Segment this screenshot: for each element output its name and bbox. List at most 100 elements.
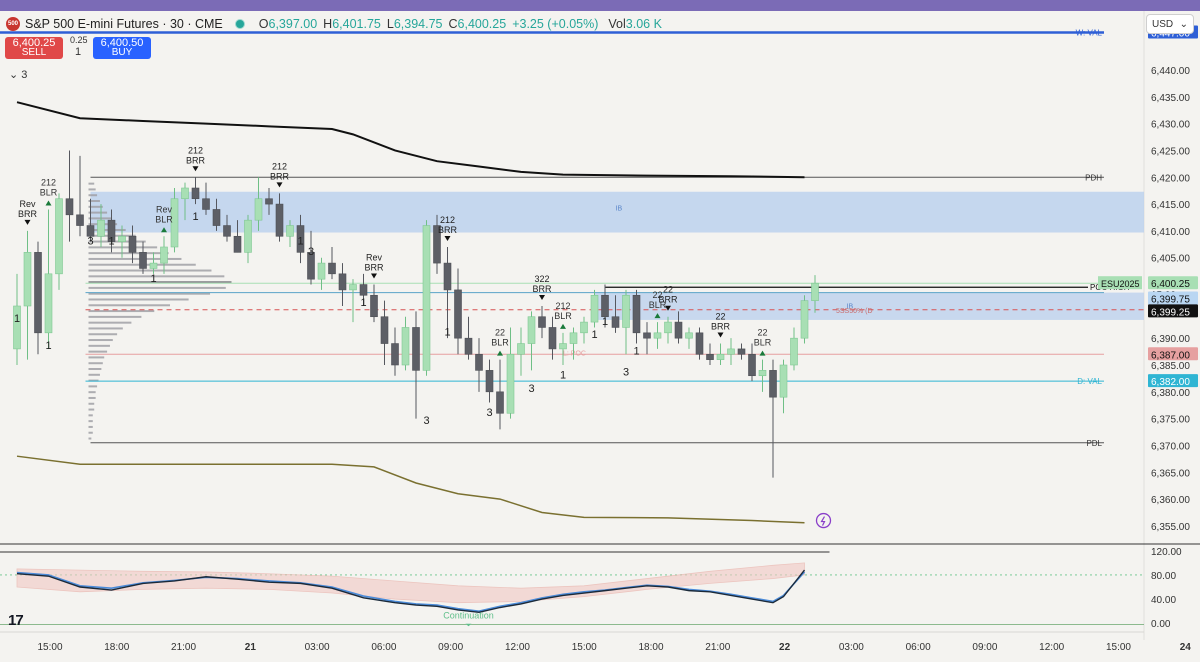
count-number: 1 <box>45 340 51 352</box>
sell-button[interactable]: 6,400.25 SELL <box>5 37 63 59</box>
candle-body <box>391 343 399 366</box>
poc2-label: L: POC <box>563 350 586 357</box>
count-number: 1 <box>591 329 597 341</box>
currency-label: USD <box>1152 18 1174 30</box>
close-value: 6,400.25 <box>457 17 507 31</box>
signal-label-top: 22 <box>663 285 673 295</box>
candle-body <box>758 370 767 377</box>
price-level-label: D: VAL <box>1077 377 1102 386</box>
volume-profile-bar <box>88 368 102 371</box>
price-tick-label: 6,365.00 <box>1151 468 1190 479</box>
chart-area[interactable]: IBIBW: VALPDHPDLD: VAL5SS50% (DL: POCPOC… <box>0 11 1200 657</box>
signal-label-bottom: BRR <box>711 322 731 332</box>
signal-label-top: 212 <box>188 145 203 155</box>
candle-body <box>454 289 462 339</box>
candle-body <box>328 262 336 275</box>
price-tick-label: 6,370.00 <box>1151 441 1190 452</box>
candle-body <box>44 273 53 334</box>
volume-profile-bar <box>88 339 113 342</box>
volume-profile-bar <box>88 211 108 214</box>
volume-profile-bar <box>88 188 96 191</box>
buy-button[interactable]: 6,400.50 BUY <box>93 37 151 59</box>
volume-profile-bar <box>88 217 112 220</box>
price-tick-label: 6,430.00 <box>1151 120 1190 131</box>
volume-profile-bar <box>88 269 212 272</box>
spread-value: 0.25 <box>70 35 88 45</box>
candle-body <box>359 284 368 296</box>
time-tick-label: 15:00 <box>37 642 62 653</box>
candle-body <box>559 343 567 350</box>
candle-body <box>496 391 504 414</box>
ib-top-badge: 6,399.75 <box>1151 294 1190 305</box>
time-tick-label: 06:00 <box>371 642 396 653</box>
count-number: 3 <box>528 383 534 395</box>
candle-body <box>97 219 105 237</box>
price-tick-label: 6,390.00 <box>1151 334 1190 345</box>
candle-body <box>611 316 620 328</box>
currency-select[interactable]: USD ⌄ <box>1146 14 1194 34</box>
candle-body <box>181 187 189 200</box>
candle-body <box>349 284 357 291</box>
volume-profile-bar <box>88 373 100 376</box>
signal-label-top: 22 <box>495 328 505 338</box>
candle-body <box>790 337 798 366</box>
sell-label: SELL <box>21 47 47 58</box>
time-tick-label: 21:00 <box>171 642 196 653</box>
candlestick-chart[interactable]: IBIBW: VALPDHPDLD: VAL5SS50% (DL: POCPOC… <box>0 11 1200 657</box>
count-number: 1 <box>297 235 303 247</box>
candle-body <box>160 246 168 264</box>
signal-label-top: Rev <box>366 253 383 263</box>
candle-body <box>569 332 578 344</box>
time-tick-label: 24 <box>1180 642 1192 653</box>
candle-body <box>506 353 515 414</box>
count-number: 1 <box>150 273 156 285</box>
daily-val-badge: 6,382.00 <box>1151 377 1190 388</box>
time-tick-label: 09:00 <box>438 642 463 653</box>
volume-profile-bar <box>88 408 95 411</box>
pd-label: 5SS50% (D <box>836 308 873 315</box>
candle-body <box>443 262 452 291</box>
signal-label-bottom: BLR <box>40 187 58 197</box>
price-tick-label: 6,380.00 <box>1151 388 1190 399</box>
volume-profile-bar <box>88 333 118 336</box>
time-tick-label: 03:00 <box>305 642 330 653</box>
candle-body <box>422 225 431 371</box>
price-level-label: PDH <box>1085 173 1102 182</box>
candle-body <box>632 294 641 334</box>
candle-body <box>695 332 704 355</box>
count-number: 3 <box>423 415 429 427</box>
signal-label-bottom: BRR <box>270 171 290 181</box>
candle-body <box>485 370 494 393</box>
candle-body <box>265 198 273 205</box>
candle-body <box>128 235 137 253</box>
candle-body <box>286 225 294 237</box>
osc-tick-label: 0.00 <box>1151 619 1171 630</box>
signal-label-bottom: BRR <box>658 295 678 305</box>
indicators-toggle[interactable]: ⌄ 3 <box>9 68 27 81</box>
volume-profile-bar <box>88 414 93 417</box>
indicators-count: 3 <box>21 69 28 81</box>
candle-body <box>779 364 788 398</box>
count-number: 3 <box>623 367 629 379</box>
quantity-field[interactable]: 1 <box>75 46 81 58</box>
signal-label-top: 212 <box>555 301 570 311</box>
open-value: 6,397.00 <box>268 17 318 31</box>
volume-profile-bar <box>88 327 123 330</box>
count-number: 1 <box>444 327 450 339</box>
candle-body <box>527 316 536 344</box>
time-tick-label: 09:00 <box>972 642 997 653</box>
chevron-down-icon: ⌄ <box>9 69 19 81</box>
symbol-title[interactable]: S&P 500 E-mini Futures · 30 · CME <box>25 17 223 31</box>
volume-profile-bar <box>88 431 93 434</box>
low-value: 6,394.75 <box>393 17 443 31</box>
signal-label-top: Rev <box>156 204 173 214</box>
candle-body <box>317 262 326 280</box>
candle-body <box>149 262 158 269</box>
count-number: 1 <box>602 316 608 328</box>
count-number: 1 <box>108 235 114 247</box>
candle-body <box>590 294 599 323</box>
candle-body <box>244 219 252 253</box>
volume-profile-bar <box>88 344 110 347</box>
time-tick-label: 21:00 <box>705 642 730 653</box>
candle-body <box>338 273 347 291</box>
